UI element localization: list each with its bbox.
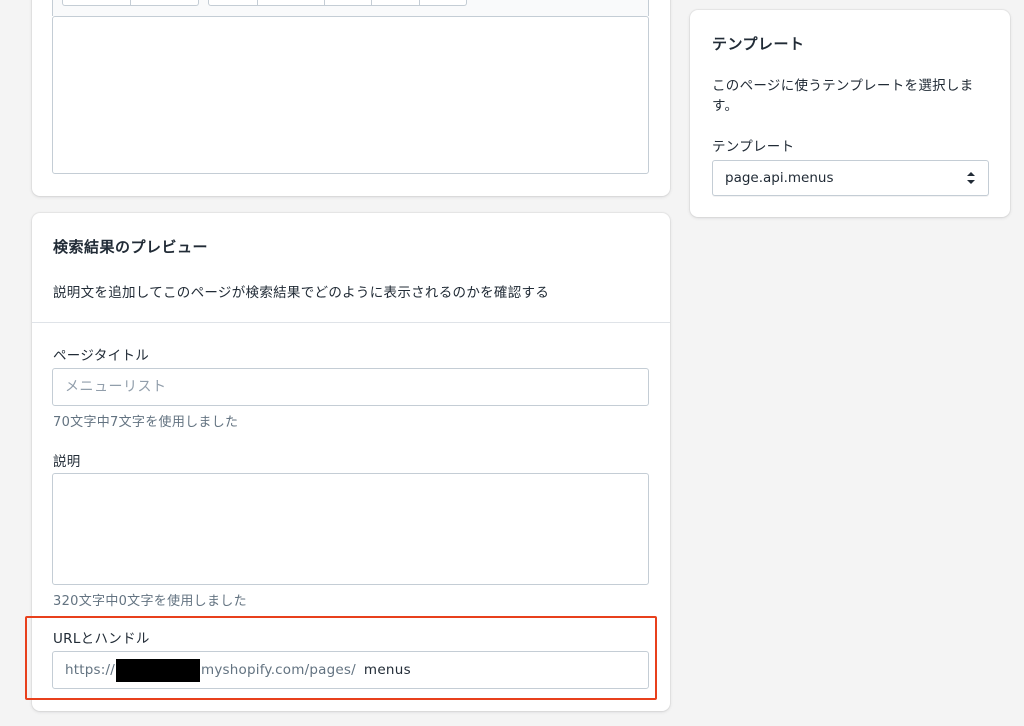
content-editor-card xyxy=(32,0,670,196)
url-handle-value: menus xyxy=(363,662,411,678)
seo-card-title: 検索結果のプレビュー xyxy=(53,238,209,256)
select-arrows-icon xyxy=(967,172,975,184)
toolbar-group-format[interactable] xyxy=(62,0,199,6)
page-title-label: ページタイトル xyxy=(53,348,150,364)
url-handle-label: URLとハンドル xyxy=(53,631,150,647)
template-select-label: テンプレート xyxy=(712,139,795,155)
editor-toolbar-buttons xyxy=(52,0,649,6)
redacted-store-name xyxy=(116,658,200,682)
template-card: テンプレート このページに使うテンプレートを選択します。 テンプレート page… xyxy=(690,10,1010,217)
page-title-counter: 70文字中7文字を使用しました xyxy=(53,415,239,430)
url-handle-input[interactable]: https:// myshopify.com/pages/ menus xyxy=(52,651,649,689)
content-editor-area[interactable] xyxy=(52,16,649,174)
description-textarea[interactable] xyxy=(52,473,649,585)
template-card-description: このページに使うテンプレートを選択します。 xyxy=(712,78,974,114)
template-select-value: page.api.menus xyxy=(725,170,834,186)
template-card-title: テンプレート xyxy=(712,35,805,53)
description-label: 説明 xyxy=(53,454,81,470)
description-counter: 320文字中0文字を使用しました xyxy=(53,594,247,609)
url-prefix-start: https:// xyxy=(65,662,115,678)
template-select[interactable]: page.api.menus xyxy=(712,160,989,196)
page-title-input[interactable]: メニューリスト xyxy=(52,368,649,406)
seo-divider xyxy=(32,322,670,323)
url-prefix-end: myshopify.com/pages/ xyxy=(201,662,356,678)
toolbar-group-style[interactable] xyxy=(208,0,467,6)
seo-card-description: 説明文を追加してこのページが検索結果でどのように表示されるのかを確認する xyxy=(53,285,550,301)
